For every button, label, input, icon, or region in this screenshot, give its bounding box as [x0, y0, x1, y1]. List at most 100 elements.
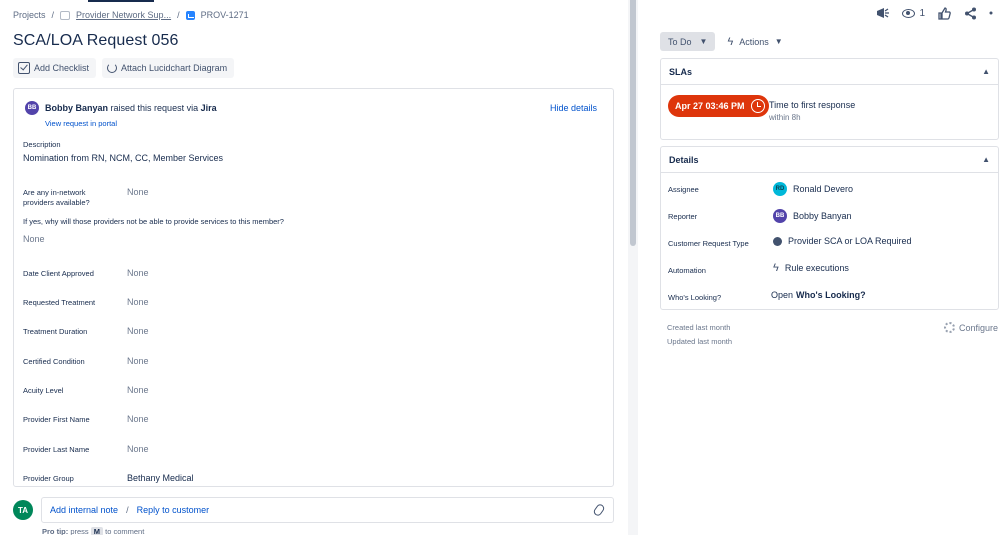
automation-field[interactable]: ϟ Rule executions: [773, 262, 849, 274]
chevron-down-icon: ▼: [699, 37, 708, 46]
issue-title[interactable]: SCA/LOA Request 056: [13, 32, 179, 50]
add-internal-note-button[interactable]: Add internal note: [50, 505, 118, 515]
assignee-label: Assignee: [668, 185, 699, 194]
field-value[interactable]: None: [127, 187, 149, 197]
project-icon: [60, 10, 71, 20]
add-checklist-button[interactable]: Add Checklist: [13, 58, 97, 78]
sla-timer: Apr 27 03:46 PM: [675, 101, 745, 111]
issue-toolbar: Add Checklist Attach Lucidchart Diagram: [13, 58, 235, 78]
chevron-up-icon: ▲: [982, 67, 990, 76]
thumbs-up-icon[interactable]: [937, 6, 951, 20]
whos-looking-link[interactable]: Who's Looking?: [796, 290, 866, 300]
sla-goal: within 8h: [769, 113, 801, 122]
assignee-name: Ronald Devero: [793, 184, 854, 194]
pro-tip-press: press: [70, 527, 89, 535]
sla-timer-badge[interactable]: Apr 27 03:46 PM: [668, 95, 769, 117]
automation-label: Automation: [668, 266, 706, 275]
lightning-icon: ϟ: [773, 262, 779, 274]
pro-tip-suffix: to comment: [105, 527, 145, 535]
field-value[interactable]: Bethany Medical: [127, 473, 194, 483]
reporter-name[interactable]: Bobby Banyan: [45, 103, 108, 113]
attach-lucidchart-label: Attach Lucidchart Diagram: [121, 63, 228, 73]
updated-date: Updated last month: [667, 337, 733, 346]
configure-button[interactable]: Configure: [944, 322, 998, 333]
field-label: Provider First Name: [23, 415, 90, 424]
breadcrumb: Projects / Provider Network Sup... / PRO…: [13, 8, 249, 22]
view-request-in-portal-link[interactable]: View request in portal: [45, 119, 117, 128]
actions-label: Actions: [739, 36, 769, 47]
request-type-icon: [773, 236, 782, 246]
issue-top-actions: 1: [876, 6, 993, 20]
more-icon[interactable]: [989, 6, 993, 20]
reporter-name: Bobby Banyan: [793, 211, 852, 221]
hide-details-link[interactable]: Hide details: [550, 103, 597, 113]
comment-box[interactable]: Add internal note / Reply to customer: [41, 497, 614, 523]
paperclip-icon[interactable]: [592, 502, 606, 518]
field-label: Provider Group: [23, 474, 74, 483]
slas-header[interactable]: SLAs ▲: [661, 59, 998, 85]
request-channel: Jira: [200, 103, 217, 113]
whos-looking-label: Who's Looking?: [668, 293, 722, 302]
details-header[interactable]: Details ▲: [661, 147, 998, 173]
status-actions: To Do ▼ ϟ Actions ▼: [660, 32, 783, 51]
description-label: Description: [23, 140, 61, 149]
comment-separator: /: [126, 505, 129, 515]
scrollbar-thumb[interactable]: [630, 0, 636, 246]
active-tab-indicator: [88, 0, 154, 2]
pro-tip-key: M: [90, 527, 104, 535]
actions-dropdown[interactable]: ϟ Actions ▼: [727, 36, 782, 48]
status-label: To Do: [668, 36, 692, 47]
reporter-field[interactable]: BB Bobby Banyan: [773, 209, 852, 223]
field-value[interactable]: None: [127, 385, 149, 395]
watch-count: 1: [919, 7, 925, 19]
request-details-card: BB Bobby Banyan raised this request via …: [13, 88, 614, 487]
field-label: If yes, why will those providers not be …: [23, 217, 284, 226]
request-type-field[interactable]: Provider SCA or LOA Required: [773, 236, 912, 246]
assignee-field[interactable]: RD Ronald Devero: [773, 182, 853, 196]
field-label: Acuity Level: [23, 386, 64, 395]
slas-panel: SLAs ▲ Apr 27 03:46 PM Time to first res…: [660, 58, 999, 140]
field-value[interactable]: None: [127, 414, 149, 424]
avatar[interactable]: BB: [25, 101, 39, 115]
gear-icon: [944, 322, 955, 333]
field-value[interactable]: None: [127, 356, 149, 366]
breadcrumb-project[interactable]: Provider Network Sup...: [76, 10, 171, 20]
automation-value: Rule executions: [784, 263, 849, 273]
clock-icon: [750, 99, 765, 113]
field-label: Date Client Approved: [23, 269, 94, 278]
share-icon[interactable]: [963, 6, 977, 20]
field-value[interactable]: None: [127, 444, 149, 454]
breadcrumb-issue-key[interactable]: PROV-1271: [201, 10, 249, 20]
slas-heading: SLAs: [669, 66, 693, 77]
description-text[interactable]: Nomination from RN, NCM, CC, Member Serv…: [23, 153, 223, 163]
request-type-value: Provider SCA or LOA Required: [788, 236, 912, 246]
field-value[interactable]: None: [127, 268, 149, 278]
breadcrumb-separator: /: [177, 10, 180, 20]
whos-looking-field[interactable]: Open Who's Looking?: [771, 290, 866, 300]
breadcrumb-projects[interactable]: Projects: [13, 10, 46, 20]
field-value[interactable]: None: [127, 326, 149, 336]
megaphone-icon[interactable]: [876, 6, 890, 20]
attach-lucidchart-button[interactable]: Attach Lucidchart Diagram: [102, 58, 235, 78]
watchers-button[interactable]: 1: [902, 6, 925, 20]
chevron-up-icon: ▲: [982, 155, 990, 164]
field-value[interactable]: None: [127, 297, 149, 307]
status-dropdown[interactable]: To Do ▼: [660, 32, 716, 51]
add-checklist-label: Add Checklist: [34, 63, 90, 73]
issue-main-column: Projects / Provider Network Sup... / PRO…: [0, 0, 628, 535]
field-label: Provider Last Name: [23, 445, 90, 454]
raised-via-text: raised this request via: [110, 103, 199, 113]
lucidchart-icon: [107, 63, 118, 73]
request-raised-by: BB Bobby Banyan raised this request via …: [25, 101, 217, 115]
field-label: Treatment Duration: [23, 327, 88, 336]
created-date: Created last month: [667, 323, 731, 332]
avatar: TA: [13, 500, 33, 520]
chevron-down-icon: ▼: [774, 37, 783, 46]
sla-label: Time to first response: [769, 100, 856, 110]
reply-to-customer-button[interactable]: Reply to customer: [137, 505, 210, 515]
pro-tip-prefix: Pro tip:: [42, 527, 69, 535]
breadcrumb-separator: /: [51, 10, 55, 20]
details-panel: Details ▲ Assignee RD Ronald Devero Repo…: [660, 146, 999, 310]
field-value[interactable]: None: [23, 234, 45, 244]
field-label: Are any in-network: [23, 188, 86, 197]
